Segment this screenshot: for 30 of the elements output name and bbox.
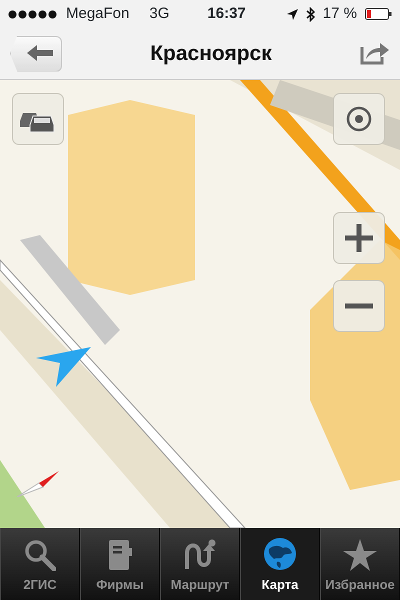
tab[interactable]: Карта bbox=[240, 528, 320, 600]
location-arrow-icon bbox=[36, 347, 92, 387]
zoom-out-button[interactable] bbox=[333, 280, 385, 332]
locate-button[interactable] bbox=[333, 93, 385, 145]
star-icon bbox=[343, 538, 377, 570]
location-icon bbox=[286, 8, 298, 20]
signal-icon bbox=[8, 10, 58, 18]
network-type: 3G bbox=[149, 4, 170, 24]
share-button[interactable] bbox=[360, 41, 390, 66]
search-icon bbox=[24, 538, 56, 570]
status-time: 16:37 bbox=[207, 4, 246, 24]
battery-percent: 17 % bbox=[322, 4, 357, 24]
share-icon bbox=[360, 41, 390, 66]
plus-icon bbox=[345, 224, 373, 252]
target-icon bbox=[346, 106, 372, 132]
back-arrow-icon bbox=[27, 45, 53, 62]
globe-icon bbox=[263, 536, 297, 570]
carrier-name: MegaFon bbox=[66, 4, 130, 24]
compass-icon bbox=[17, 471, 59, 497]
zoom-in-button[interactable] bbox=[333, 212, 385, 264]
back-button[interactable] bbox=[10, 36, 62, 72]
tab[interactable]: Избранное bbox=[320, 528, 400, 600]
screen-title: Красноярск bbox=[150, 40, 272, 67]
tab[interactable]: 2ГИС bbox=[0, 528, 80, 600]
battery-icon bbox=[365, 8, 392, 20]
tab[interactable]: Фирмы bbox=[80, 528, 160, 600]
minus-icon bbox=[345, 303, 373, 309]
bluetooth-icon bbox=[306, 6, 315, 22]
route-icon bbox=[183, 538, 217, 570]
notebook-icon bbox=[107, 538, 133, 570]
